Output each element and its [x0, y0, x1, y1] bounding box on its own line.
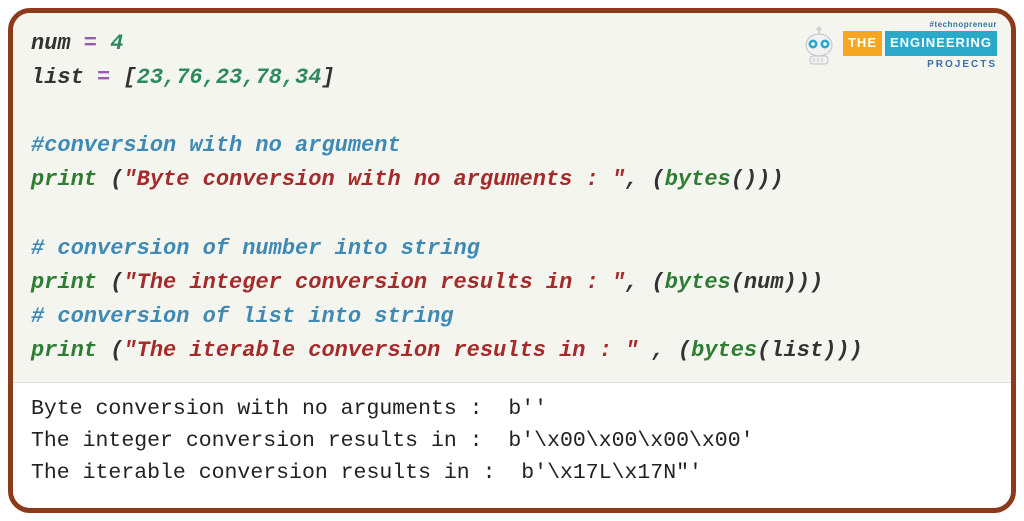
logo-tagline: #technopreneur: [930, 19, 997, 31]
code-line-7: # conversion of number into string: [31, 232, 993, 266]
robot-icon: [801, 25, 837, 67]
output-line-3: The iterable conversion results in : b'\…: [31, 457, 993, 489]
code-line-8: print ("The integer conversion results i…: [31, 266, 993, 300]
blank-line: [31, 197, 993, 231]
output-line-2: The integer conversion results in : b'\x…: [31, 425, 993, 457]
code-line-4: #conversion with no argument: [31, 129, 993, 163]
code-area: #technopreneur THE ENGINEERING PROJECTS …: [13, 13, 1011, 383]
brand-logo: #technopreneur THE ENGINEERING PROJECTS: [801, 19, 997, 72]
logo-main: THE ENGINEERING: [843, 31, 997, 55]
logo-projects: PROJECTS: [927, 57, 997, 73]
code-line-10: print ("The iterable conversion results …: [31, 334, 993, 368]
blank-line: [31, 95, 993, 129]
code-line-9: # conversion of list into string: [31, 300, 993, 334]
output-line-1: Byte conversion with no arguments : b'': [31, 393, 993, 425]
logo-the: THE: [843, 31, 882, 55]
logo-engineering: ENGINEERING: [885, 31, 997, 55]
code-line-5: print ("Byte conversion with no argument…: [31, 163, 993, 197]
output-area: Byte conversion with no arguments : b'' …: [13, 383, 1011, 504]
code-example-frame: #technopreneur THE ENGINEERING PROJECTS …: [8, 8, 1016, 513]
